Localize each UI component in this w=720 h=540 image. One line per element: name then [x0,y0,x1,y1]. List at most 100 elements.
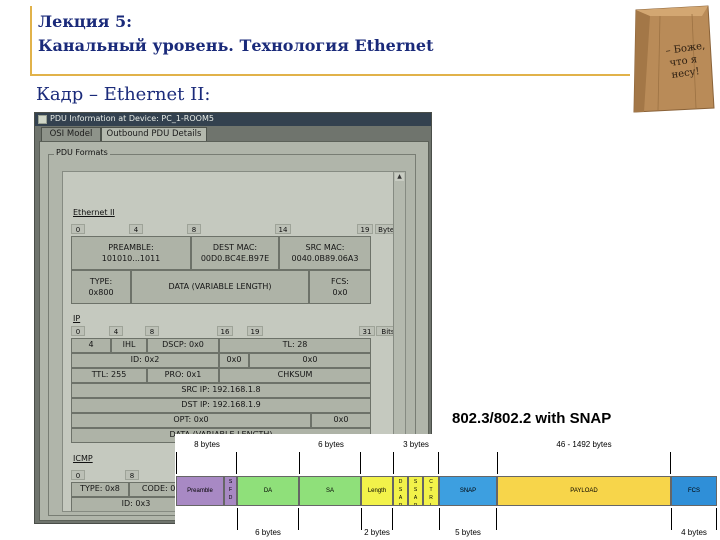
snap-diagram-title: 802.3/802.2 with SNAP [452,410,612,427]
ctrl-letter: L [429,503,433,506]
segment-ssap: S S A P [408,476,423,506]
snap-frame-diagram: 8 bytes 6 bytes 3 bytes 46 - 1492 bytes … [175,434,720,540]
ip-tick: 8 [145,326,159,336]
dsap-letter: P [398,503,403,506]
ip-dscp-field: DSCP: 0x0 [147,338,219,353]
icmp-type-field: TYPE: 0x8 [71,482,129,497]
dim-bracket [237,508,299,530]
ip-src-ip-field: SRC IP: 192.168.1.8 [71,383,371,398]
segment-sfd: S F D [224,476,237,506]
dim-bracket [497,452,671,474]
ctrl-letter: C [429,479,433,485]
dim-bracket [361,508,393,530]
eth-dest-mac-field: DEST MAC: 00D0.BC4E.B97E [191,236,279,270]
ip-frag-offset-field: 0x0 [249,353,371,368]
ip-protocol-field: PRO: 0x1 [147,368,219,383]
dim-bracket [299,452,361,474]
icmp-heading: ICMP [73,454,93,463]
ip-tick: 16 [217,326,233,336]
sfd-letter: S [228,479,233,485]
eth-src-mac-value: 0040.0B89.06A3 [291,254,359,263]
dim-fcs-4-bytes: 4 bytes [681,528,707,537]
scroll-up-icon[interactable]: ▲ [395,173,404,181]
dim-bracket [176,452,237,474]
eth-fcs-field: FCS: 0x0 [309,270,371,304]
ssap-letter: P [413,503,418,506]
segment-da: DA [237,476,299,506]
dsap-letter: D [398,479,403,485]
ip-options-field: OPT: 0x0 [71,413,311,428]
dim-bracket [671,508,717,530]
segment-dsap: D S A P [393,476,408,506]
ip-tick: 4 [109,326,123,336]
icmp-tick: 8 [125,470,139,480]
ethernet-heading: Ethernet II [73,208,115,217]
lecture-number: Лекция 5: [38,12,132,31]
eth-src-mac-field: SRC MAC: 0040.0B89.06A3 [279,236,371,270]
dim-snap-5-bytes: 5 bytes [455,528,481,537]
dim-payload-bytes: 46 - 1492 bytes [556,440,612,449]
segment-length: Length [361,476,393,506]
eth-dest-mac-label: DEST MAC: [212,243,258,252]
ip-padding-field: 0x0 [311,413,371,428]
ip-version-field: 4 [71,338,111,353]
dim-bracket [393,452,439,474]
eth-tick: 0 [71,224,85,234]
eth-type-label: TYPE: [89,277,113,286]
window-title: PDU Information at Device: PC_1-ROOM5 [50,114,214,123]
eth-tick: 14 [275,224,291,234]
ip-ttl-field: TTL: 255 [71,368,147,383]
ip-flags-field: 0x0 [219,353,249,368]
lecture-title: Канальный уровень. Технология Ethernet [38,36,434,55]
segment-snap: SNAP [439,476,497,506]
ip-tl-field: TL: 28 [219,338,371,353]
ip-tick: 31 [359,326,375,336]
segment-sa: SA [299,476,361,506]
eth-preamble-value: 101010...1011 [101,254,161,263]
dsap-letter: S [398,487,403,493]
segment-fcs: FCS [671,476,717,506]
tab-osi-model[interactable]: OSI Model [41,127,101,141]
segment-payload: PAYLOAD [497,476,671,506]
paper-bag-icon: – Боже, что я несу! [633,5,715,113]
dim-sa-6-bytes: 6 bytes [318,440,344,449]
ssap-letter: S [413,487,418,493]
ip-tick: 19 [247,326,263,336]
ssap-letter: A [413,495,418,501]
ip-tick: 0 [71,326,85,336]
ip-checksum-field: CHKSUM [219,368,371,383]
ssap-letter: S [413,479,418,485]
dsap-letter: A [398,495,403,501]
eth-fcs-label: FCS: [331,277,349,286]
eth-tick: 4 [129,224,143,234]
segment-ctrl: C T R L [423,476,439,506]
header-accent-horizontal-line [30,74,630,76]
eth-tick: 19 [357,224,373,234]
header-accent-vertical-line [30,6,32,74]
eth-data-field: DATA (VARIABLE LENGTH) [131,270,309,304]
ip-dst-ip-field: DST IP: 192.168.1.9 [71,398,371,413]
dim-llc-3-bytes: 3 bytes [403,440,429,449]
app-icon [38,115,47,124]
sfd-letter: F [228,487,233,493]
ctrl-letter: T [429,487,433,493]
eth-type-field: TYPE: 0x800 [71,270,131,304]
sfd-letter: D [228,495,233,501]
ctrl-letter: R [429,495,433,501]
segment-preamble: Preamble [176,476,224,506]
eth-dest-mac-value: 00D0.BC4E.B97E [200,254,270,263]
ip-ihl-field: IHL [111,338,147,353]
icmp-tick: 0 [71,470,85,480]
dim-bracket [439,508,497,530]
eth-preamble-label: PREAMBLE: [108,243,154,252]
window-titlebar[interactable]: PDU Information at Device: PC_1-ROOM5 [35,113,431,126]
tab-outbound-pdu-details[interactable]: Outbound PDU Details [101,127,207,141]
slide-subtitle: Кадр – Ethernet II: [36,84,211,105]
eth-src-mac-label: SRC MAC: [305,243,345,252]
eth-fcs-value: 0x0 [332,288,348,297]
ip-heading: IP [73,314,81,323]
dim-length-2-bytes: 2 bytes [364,528,390,537]
ip-id-field: ID: 0x2 [71,353,219,368]
eth-tick: 8 [187,224,201,234]
dim-da-6-bytes: 6 bytes [255,528,281,537]
